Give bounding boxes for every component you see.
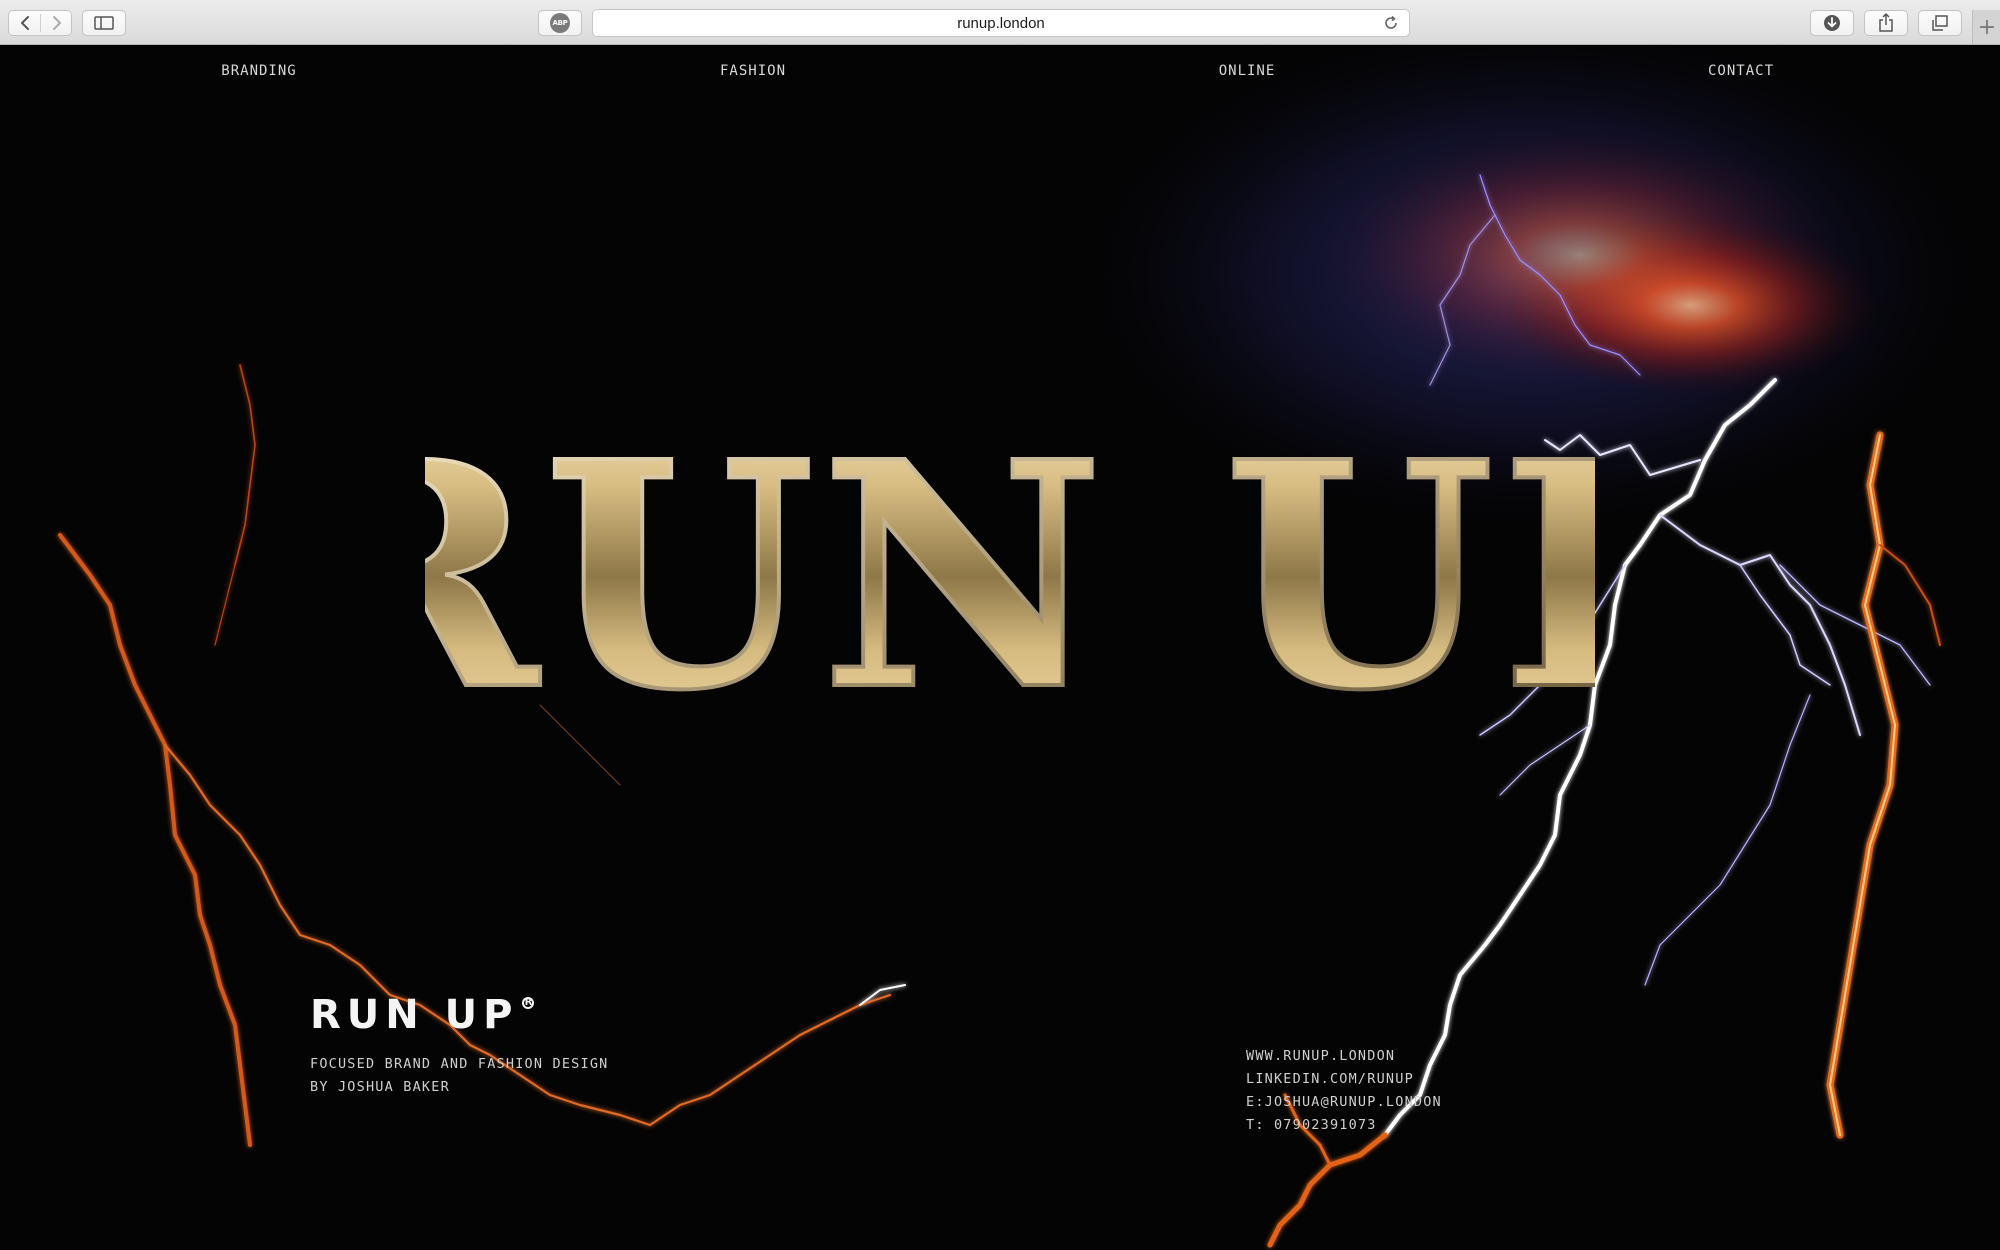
- brand-logo-text: RUN UP: [310, 992, 519, 1038]
- reload-icon[interactable]: [1383, 15, 1399, 31]
- share-button[interactable]: [1864, 10, 1908, 36]
- download-icon: [1824, 15, 1840, 31]
- chevron-left-icon: [20, 16, 29, 30]
- tagline-line-1: FOCUSED BRAND AND FASHION DESIGN: [310, 1056, 609, 1072]
- show-tabs-button[interactable]: [1918, 10, 1962, 36]
- contact-website[interactable]: WWW.RUNUP.LONDON: [1246, 1045, 1576, 1068]
- hero-title: RUN UP: [425, 393, 1595, 745]
- tagline-line-2: BY JOSHUA BAKER: [310, 1079, 450, 1095]
- new-tab-button[interactable]: +: [1972, 10, 2000, 44]
- contact-email[interactable]: E:JOSHUA@RUNUP.LONDON: [1246, 1091, 1576, 1114]
- contact-block: WWW.RUNUP.LONDON LINKEDIN.COM/RUNUP E:JO…: [1246, 1045, 1576, 1137]
- adblock-button[interactable]: ABP: [538, 10, 582, 36]
- brand-block: RUN UP R FOCUSED BRAND AND FASHION DESIG…: [310, 995, 730, 1099]
- tabs-icon: [1932, 15, 1948, 31]
- chevron-right-icon: [52, 16, 61, 30]
- nav-online[interactable]: ONLINE: [1219, 63, 1276, 79]
- nav-fashion[interactable]: FASHION: [720, 63, 786, 79]
- share-icon: [1879, 13, 1893, 32]
- history-nav-group: [8, 10, 72, 36]
- web-page: BRANDING FASHION ONLINE CONTACT R: [0, 45, 2000, 1250]
- contact-phone[interactable]: T: 07902391073: [1246, 1114, 1576, 1137]
- nav-contact[interactable]: CONTACT: [1708, 63, 1774, 79]
- browser-toolbar: ABP runup.london +: [0, 0, 2000, 45]
- contact-linkedin[interactable]: LINKEDIN.COM/RUNUP: [1246, 1068, 1576, 1091]
- forward-button[interactable]: [41, 11, 72, 35]
- browser-window: ABP runup.london + BRANDING FASHION ONLI…: [0, 0, 2000, 1250]
- sidebar-icon: [94, 16, 114, 30]
- plus-icon: +: [1977, 14, 1997, 40]
- registered-mark: R: [522, 997, 535, 1009]
- nav-branding[interactable]: BRANDING: [221, 63, 296, 79]
- adblock-icon: ABP: [550, 13, 570, 33]
- sidebar-toggle-button[interactable]: [82, 10, 126, 36]
- back-button[interactable]: [9, 11, 40, 35]
- brand-tagline: FOCUSED BRAND AND FASHION DESIGN BY JOSH…: [310, 1053, 730, 1099]
- address-bar[interactable]: runup.london: [592, 9, 1410, 37]
- downloads-button[interactable]: [1810, 10, 1854, 36]
- brand-logo[interactable]: RUN UP R: [310, 995, 730, 1035]
- address-text: runup.london: [957, 15, 1045, 32]
- hero-title-text: RUN UP: [425, 395, 1595, 745]
- site-nav: BRANDING FASHION ONLINE CONTACT: [0, 63, 2000, 87]
